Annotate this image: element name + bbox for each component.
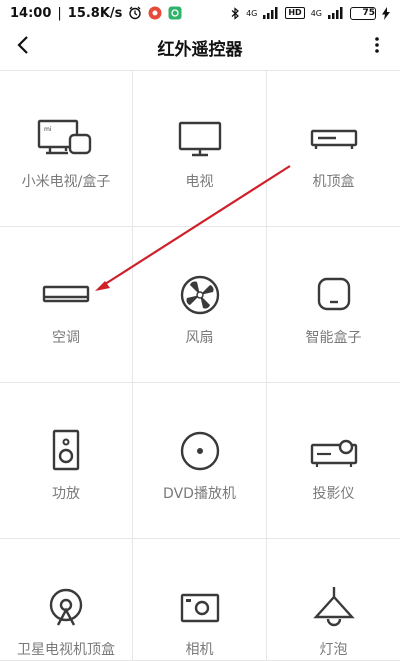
- status-bar: 14:00 | 15.8K/s 4G HD 4G 75: [0, 0, 400, 26]
- signal-icon: [263, 7, 279, 19]
- status-time: 14:00: [10, 5, 52, 21]
- tv-icon: [170, 117, 230, 161]
- device-label: 投影仪: [312, 486, 355, 502]
- bluetooth-icon: [231, 6, 240, 20]
- device-item-set-top-box[interactable]: 机顶盒: [267, 71, 400, 227]
- page-title: 红外遥控器: [157, 39, 243, 60]
- hd-voice-tag: HD: [285, 7, 305, 19]
- set-top-box-icon: [304, 117, 364, 161]
- device-item-camera[interactable]: 相机: [133, 539, 267, 661]
- battery-indicator: 75: [350, 6, 376, 20]
- svg-text:mi: mi: [44, 126, 52, 133]
- network-4g-tag: 4G: [246, 8, 258, 18]
- projector-icon: [304, 429, 364, 473]
- device-label: 功放: [52, 486, 80, 502]
- more-vertical-icon: [374, 36, 380, 58]
- app-notification-green-icon: [168, 6, 182, 20]
- back-button[interactable]: [8, 32, 38, 62]
- camera-icon: [170, 585, 230, 629]
- back-chevron-icon: [16, 35, 30, 59]
- device-item-tv[interactable]: 电视: [133, 71, 267, 227]
- device-label: 卫星电视机顶盒: [17, 642, 115, 658]
- device-label: 风扇: [185, 330, 214, 346]
- light-bulb-icon: [304, 585, 364, 629]
- air-conditioner-icon: [36, 273, 96, 317]
- amplifier-icon: [36, 429, 96, 473]
- app-bar: 红外遥控器: [0, 26, 400, 68]
- device-item-air-conditioner[interactable]: 空调: [0, 227, 133, 383]
- device-label: 机顶盒: [312, 174, 355, 190]
- device-item-light-bulb[interactable]: 灯泡: [267, 539, 400, 661]
- device-item-amplifier[interactable]: 功放: [0, 383, 133, 539]
- mi-tv-box-icon: mi: [36, 117, 96, 161]
- signal-icon-2: [328, 7, 344, 19]
- device-item-smart-box[interactable]: 智能盒子: [267, 227, 400, 383]
- device-label: 空调: [52, 330, 80, 346]
- more-options-button[interactable]: [362, 32, 392, 62]
- device-label: 智能盒子: [305, 330, 362, 346]
- device-label: 灯泡: [319, 642, 348, 658]
- battery-level: 75: [362, 8, 375, 18]
- device-grid: mi 小米电视/盒子 电视 机顶盒 空调 风扇 智能盒子 功放 DVD播放机 投…: [0, 70, 400, 661]
- alarm-icon: [128, 6, 142, 20]
- device-item-satellite-box[interactable]: 卫星电视机顶盒: [0, 539, 133, 661]
- device-label: 小米电视/盒子: [21, 174, 111, 190]
- status-net-speed: 15.8K/s: [67, 5, 123, 21]
- device-item-dvd-player[interactable]: DVD播放机: [133, 383, 267, 539]
- satellite-box-icon: [36, 585, 96, 629]
- smart-box-icon: [304, 273, 364, 317]
- charging-icon: [382, 6, 390, 20]
- dvd-player-icon: [170, 429, 230, 473]
- device-item-mi-tv-box[interactable]: mi 小米电视/盒子: [0, 71, 133, 227]
- app-notification-red-icon: [148, 6, 162, 20]
- network-4g-tag-2: 4G: [310, 8, 322, 18]
- fan-icon: [170, 273, 230, 317]
- device-item-fan[interactable]: 风扇: [133, 227, 267, 383]
- device-label: DVD播放机: [163, 486, 236, 502]
- device-label: 相机: [185, 642, 214, 658]
- device-item-projector[interactable]: 投影仪: [267, 383, 400, 539]
- device-label: 电视: [185, 174, 214, 190]
